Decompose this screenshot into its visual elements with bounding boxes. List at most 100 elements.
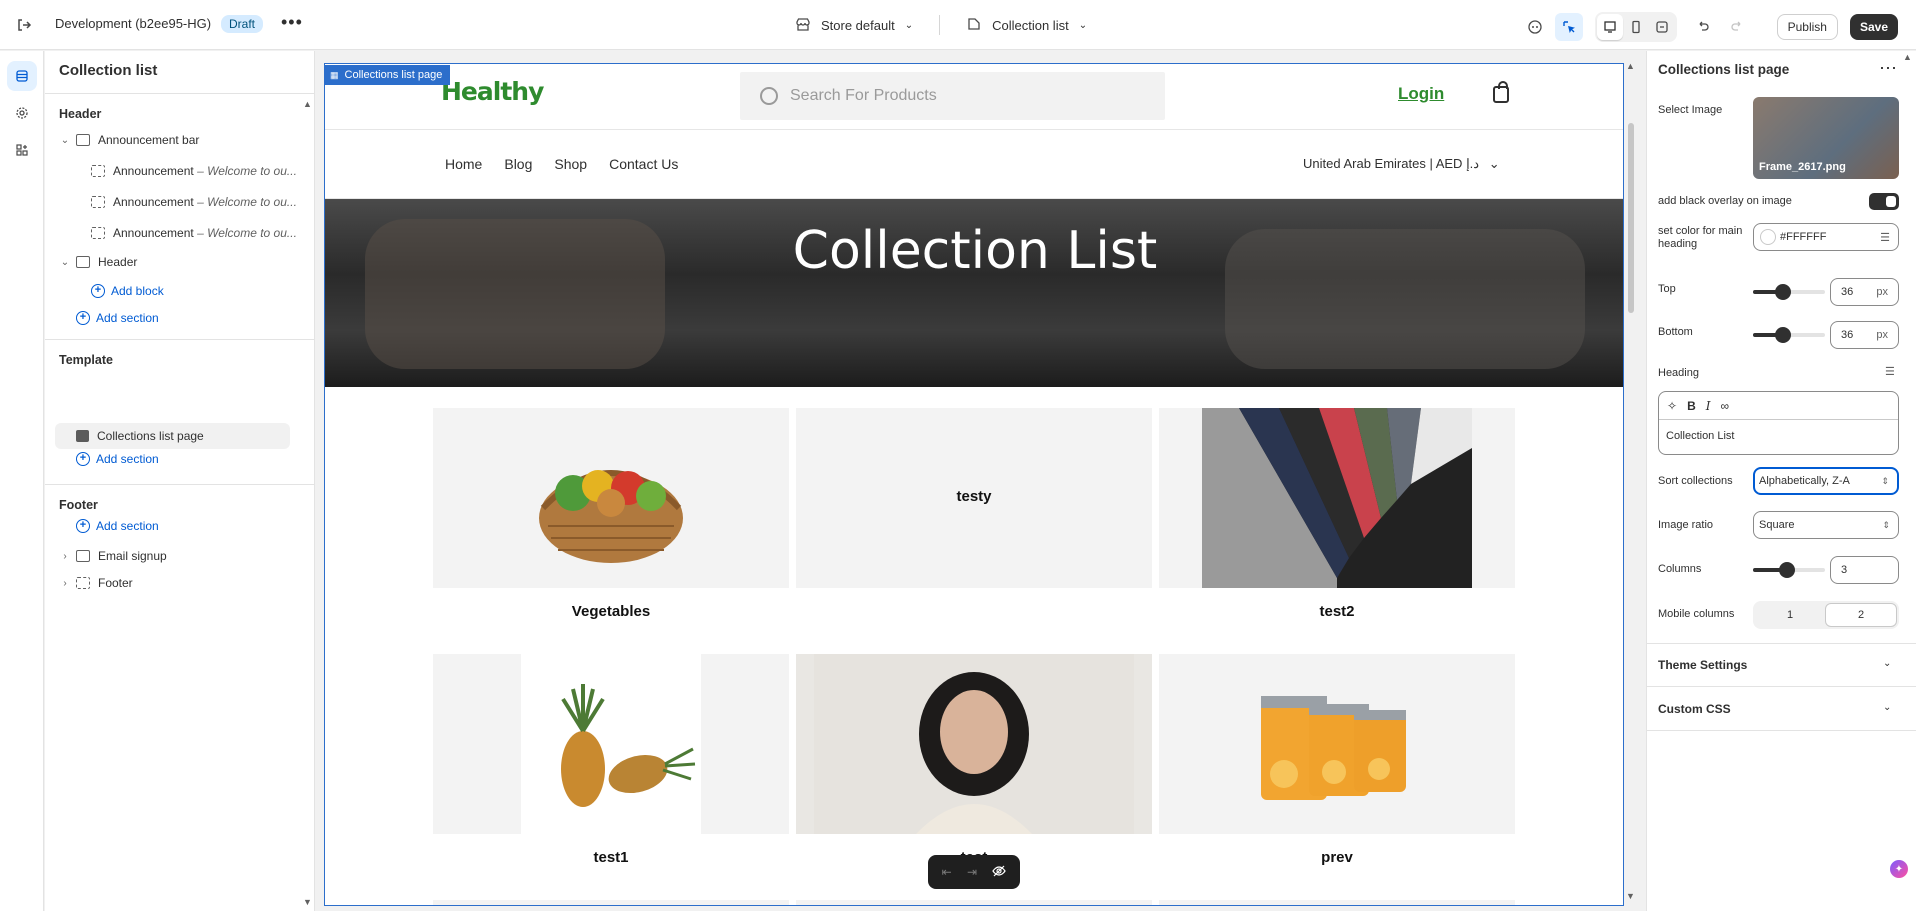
scroll-up-arrow-icon[interactable]: ▲: [1903, 52, 1912, 62]
collection-card[interactable]: testy: [796, 408, 1152, 603]
image-picker[interactable]: Frame_2617.png: [1753, 97, 1899, 179]
nav-home[interactable]: Home: [445, 156, 482, 172]
scroll-up-arrow-icon[interactable]: ▲: [303, 99, 312, 109]
overlay-toggle[interactable]: [1869, 193, 1899, 210]
template-selector[interactable]: Collection list: [992, 18, 1069, 33]
inspector-icon[interactable]: [1554, 13, 1583, 41]
heading-color-field[interactable]: #FFFFFF ☰: [1753, 223, 1899, 251]
mobile-columns-option-1[interactable]: 1: [1755, 603, 1825, 627]
section-header[interactable]: ⌄ Header: [58, 249, 308, 275]
redo-icon[interactable]: [1723, 13, 1751, 41]
slider-handle[interactable]: [1775, 327, 1791, 343]
add-section-button[interactable]: + Add section: [76, 311, 159, 325]
slider-handle[interactable]: [1775, 284, 1791, 300]
bottom-padding-slider[interactable]: [1753, 327, 1825, 343]
custom-css-accordion[interactable]: Custom CSS: [1658, 702, 1731, 716]
mobile-columns-option-2[interactable]: 2: [1825, 603, 1897, 627]
chevron-right-icon[interactable]: ›: [58, 578, 72, 589]
store-search-input[interactable]: Search For Products: [740, 72, 1165, 120]
collection-card[interactable]: [433, 900, 789, 905]
publish-button[interactable]: Publish: [1776, 14, 1838, 40]
sort-select[interactable]: Alphabetically, Z-A ⇕: [1753, 467, 1899, 495]
block-announcement[interactable]: Announcement – Welcome to ou...: [91, 220, 314, 246]
block-announcement[interactable]: Announcement – Welcome to ou...: [91, 158, 314, 184]
ai-assistant-icon[interactable]: [1521, 13, 1549, 41]
store-selector[interactable]: Store default: [821, 18, 895, 33]
select-image-label: Select Image: [1658, 104, 1723, 116]
slider-handle[interactable]: [1779, 562, 1795, 578]
fullscreen-view-icon[interactable]: [1649, 14, 1675, 40]
section-announcement-bar[interactable]: ⌄ Announcement bar: [58, 127, 308, 153]
scroll-up-arrow-icon[interactable]: ▲: [1626, 61, 1635, 71]
template-icon: [966, 16, 982, 35]
canvas-scrollbar[interactable]: ▲ ▼: [1626, 61, 1636, 906]
desktop-view-icon[interactable]: [1596, 14, 1623, 40]
collection-card[interactable]: prev: [1159, 654, 1515, 866]
add-section-button[interactable]: + Add section: [76, 519, 159, 533]
collection-card[interactable]: [1159, 900, 1515, 905]
scrollbar-thumb[interactable]: [1628, 123, 1634, 313]
login-link[interactable]: Login: [1398, 84, 1444, 104]
section-grid-icon: ▦: [330, 69, 339, 80]
save-button[interactable]: Save: [1849, 14, 1898, 40]
color-swatch[interactable]: [1760, 229, 1776, 245]
assistant-bubble-icon[interactable]: ✦: [1890, 860, 1908, 878]
cart-icon[interactable]: [1493, 81, 1509, 103]
chevron-down-icon[interactable]: ⌄: [58, 257, 72, 268]
collection-title[interactable]: Vegetables: [433, 603, 789, 620]
link-icon[interactable]: ∞: [1720, 399, 1729, 413]
indent-icon[interactable]: ⇤: [942, 865, 952, 879]
apps-icon[interactable]: [7, 135, 37, 165]
theme-settings-accordion[interactable]: Theme Settings: [1658, 658, 1747, 672]
section-icon: [76, 256, 90, 268]
collection-card[interactable]: test2: [1159, 408, 1515, 620]
nav-contact-us[interactable]: Contact Us: [609, 156, 678, 172]
columns-slider[interactable]: [1753, 562, 1825, 578]
exit-icon[interactable]: [14, 15, 34, 35]
collection-title[interactable]: prev: [1159, 849, 1515, 866]
database-icon[interactable]: ☰: [1880, 231, 1890, 244]
more-options-button[interactable]: ⋯: [1879, 58, 1897, 79]
collection-card[interactable]: Vegetables: [433, 408, 789, 620]
gear-icon[interactable]: [7, 98, 37, 128]
sections-icon[interactable]: [7, 61, 37, 91]
eye-off-icon[interactable]: [992, 864, 1007, 881]
top-padding-slider[interactable]: [1753, 284, 1825, 300]
chevron-down-icon[interactable]: ⌄: [58, 135, 72, 146]
columns-input[interactable]: 3: [1830, 556, 1899, 584]
heading-text[interactable]: Collection List: [1659, 420, 1898, 452]
nav-blog[interactable]: Blog: [504, 156, 532, 172]
bold-icon[interactable]: B: [1687, 399, 1696, 413]
chevron-right-icon[interactable]: ›: [58, 551, 72, 562]
mobile-view-icon[interactable]: [1623, 14, 1649, 40]
block-announcement[interactable]: Announcement – Welcome to ou...: [91, 189, 314, 215]
section-footer[interactable]: › Footer: [58, 570, 308, 596]
collection-card[interactable]: [796, 900, 1152, 905]
database-icon[interactable]: ☰: [1885, 365, 1895, 378]
outdent-icon[interactable]: ⇥: [967, 865, 977, 879]
add-block-button[interactable]: + Add block: [91, 284, 164, 298]
section-collections-list-page[interactable]: Collections list page: [76, 423, 314, 449]
ratio-select[interactable]: Square ⇕: [1753, 511, 1899, 539]
magic-wand-icon[interactable]: ✧: [1667, 399, 1677, 413]
top-padding-input[interactable]: 36 px: [1830, 278, 1899, 306]
chevron-down-icon[interactable]: ⌄: [1883, 658, 1891, 669]
scroll-down-arrow-icon[interactable]: ▼: [303, 897, 312, 907]
heading-richtext-editor[interactable]: ✧ B I ∞ Collection List: [1658, 391, 1899, 455]
collection-card[interactable]: test1: [433, 654, 789, 866]
selected-section-tag[interactable]: ▦ Collections list page: [324, 65, 451, 85]
collection-title[interactable]: test1: [433, 849, 789, 866]
section-email-signup[interactable]: › Email signup: [58, 543, 308, 569]
store-logo[interactable]: Healthy: [441, 77, 544, 106]
more-actions-button[interactable]: •••: [281, 12, 303, 33]
chevron-down-icon[interactable]: ⌄: [1883, 702, 1891, 713]
scroll-down-arrow-icon[interactable]: ▼: [1626, 891, 1635, 901]
undo-icon[interactable]: [1689, 13, 1717, 41]
collection-title[interactable]: test2: [1159, 603, 1515, 620]
bottom-padding-input[interactable]: 36 px: [1830, 321, 1899, 349]
italic-icon[interactable]: I: [1706, 399, 1711, 413]
add-section-button[interactable]: + Add section: [76, 452, 159, 466]
nav-shop[interactable]: Shop: [554, 156, 587, 172]
collection-card[interactable]: test: [796, 654, 1152, 866]
region-selector[interactable]: United Arab Emirates | AED د.إ ⌄: [1303, 156, 1500, 172]
